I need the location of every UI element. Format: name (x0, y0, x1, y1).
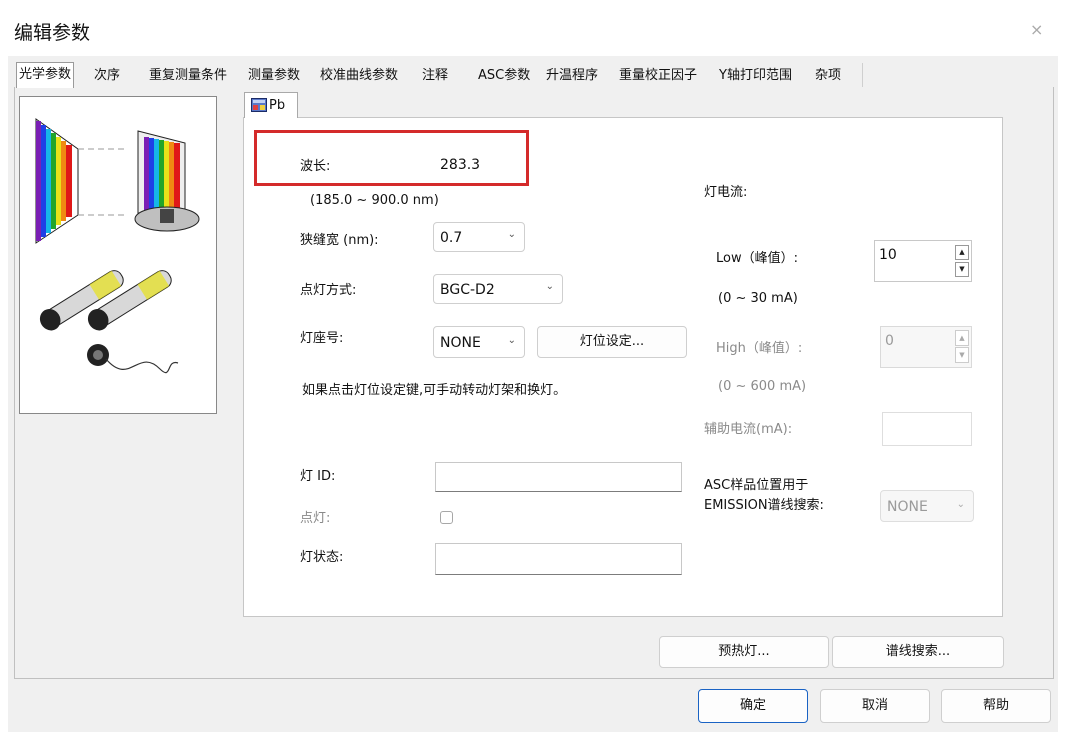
spin-down-icon[interactable]: ▼ (955, 347, 969, 363)
high-current-range: (0 ~ 600 mA) (712, 374, 958, 400)
light-on-checkbox[interactable] (440, 511, 453, 524)
spin-down-icon[interactable]: ▼ (955, 262, 969, 277)
socket-select[interactable]: NONE ⌄ (433, 326, 525, 358)
asc-position-label-line1: ASC样品位置用于 (704, 476, 874, 496)
lamp-id-label: 灯 ID: (300, 465, 376, 489)
lamp-position-button[interactable]: 灯位设定... (537, 326, 687, 358)
element-icon (251, 98, 267, 112)
light-on-label: 点灯: (300, 508, 360, 530)
chevron-down-icon: ⌄ (956, 499, 965, 510)
high-current-label: High（峰值）: (712, 334, 874, 364)
lamp-mode-value: BGC-D2 (440, 282, 495, 298)
dialog-title: 编辑参数 (14, 22, 91, 44)
element-tab-pb[interactable]: Pb (244, 92, 298, 118)
chevron-down-icon: ⌄ (545, 281, 554, 292)
high-current-spinner[interactable]: 0 ▲ ▼ (880, 326, 972, 368)
tab-y-axis-range[interactable]: Y轴打印范围 (717, 65, 794, 87)
slit-width-label: 狭缝宽 (nm): (300, 229, 410, 253)
chevron-down-icon: ⌄ (507, 229, 516, 240)
lamp-mode-select[interactable]: BGC-D2 ⌄ (433, 274, 563, 304)
ok-button[interactable]: 确定 (698, 689, 808, 723)
low-current-spinner[interactable]: 10 ▲ ▼ (874, 240, 972, 282)
lamp-state-input[interactable] (435, 543, 682, 575)
tab-order[interactable]: 次序 (92, 65, 122, 87)
low-current-value: 10 (879, 247, 897, 263)
optics-illustration (19, 96, 217, 414)
wavelength-range: (185.0 ~ 900.0 nm) (300, 187, 596, 215)
high-current-value: 0 (885, 333, 894, 349)
asc-position-label-line2: EMISSION谱线搜索: (704, 496, 874, 516)
close-icon[interactable]: × (1030, 20, 1043, 39)
slit-width-select[interactable]: 0.7 ⌄ (433, 222, 525, 252)
chevron-down-icon: ⌄ (507, 335, 516, 346)
tab-optical[interactable]: 光学参数 (16, 62, 75, 88)
lamp-mode-label: 点灯方式: (300, 279, 410, 303)
tab-repeat-conditions[interactable]: 重复测量条件 (147, 65, 229, 87)
aux-current-input[interactable] (882, 412, 972, 446)
help-button[interactable]: 帮助 (941, 689, 1051, 723)
tab-strip-end (862, 63, 863, 87)
slit-width-value: 0.7 (440, 230, 463, 246)
asc-position-select[interactable]: NONE ⌄ (880, 490, 974, 522)
tab-calibration[interactable]: 校准曲线参数 (318, 65, 400, 87)
tab-misc[interactable]: 杂项 (813, 65, 843, 87)
socket-label: 灯座号: (300, 328, 410, 354)
element-tab-label: Pb (269, 98, 286, 113)
asc-position-value: NONE (887, 499, 928, 515)
line-search-button[interactable]: 谱线搜索... (832, 636, 1004, 668)
socket-value: NONE (440, 335, 481, 351)
tab-measure-params[interactable]: 测量参数 (246, 65, 302, 87)
low-current-range: (0 ~ 30 mA) (712, 286, 906, 312)
lamp-id-input[interactable] (435, 462, 682, 492)
tab-notes[interactable]: 注释 (420, 65, 450, 87)
tab-asc-params[interactable]: ASC参数 (476, 65, 532, 87)
tab-heating[interactable]: 升温程序 (544, 65, 600, 87)
spin-up-icon[interactable]: ▲ (955, 330, 969, 346)
lamp-current-label: 灯电流: (704, 181, 828, 205)
aux-current-label: 辅助电流(mA): (704, 418, 858, 442)
wavelength-highlight (254, 130, 529, 186)
low-current-label: Low（峰值）: (712, 244, 868, 274)
tab-weight-correction[interactable]: 重量校正因子 (617, 65, 699, 87)
spin-up-icon[interactable]: ▲ (955, 245, 969, 260)
cancel-button[interactable]: 取消 (820, 689, 930, 723)
spectrum-lamp-image (35, 118, 200, 374)
lamp-state-label: 灯状态: (300, 546, 380, 570)
lamp-position-hint: 如果点击灯位设定键,可手动转动灯架和换灯。 (302, 377, 654, 447)
preheat-lamp-button[interactable]: 预热灯... (659, 636, 829, 668)
